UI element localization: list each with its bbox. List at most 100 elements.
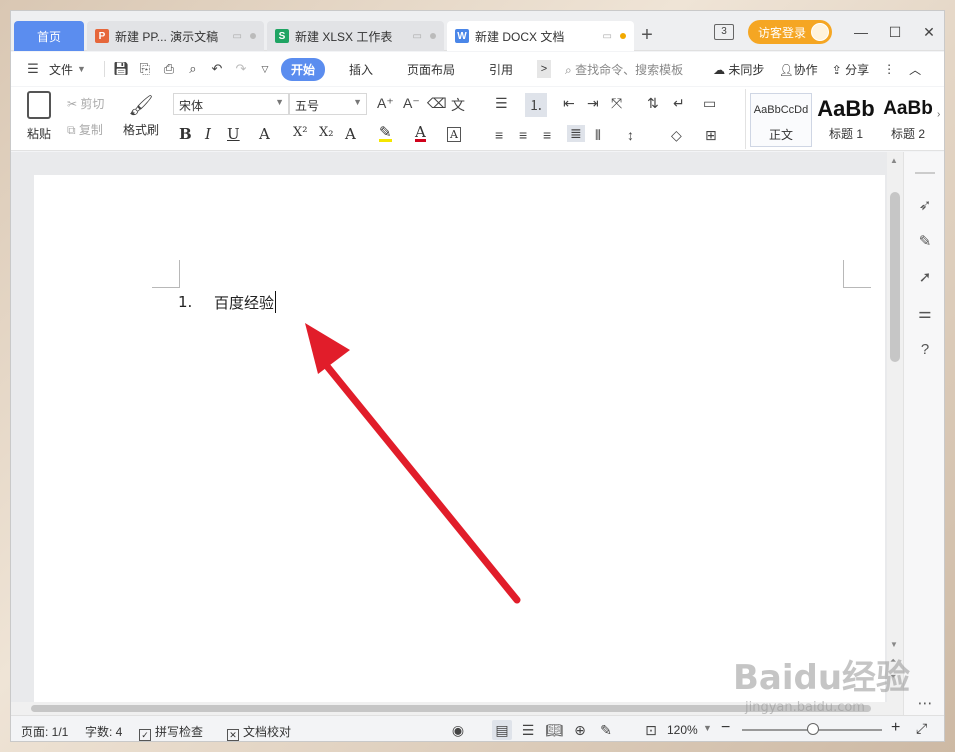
style-heading1[interactable]: AaBb 标题 1 <box>814 93 878 147</box>
scroll-up-icon[interactable]: ▲ <box>890 156 898 165</box>
maximize-button[interactable]: ☐ <box>878 24 912 41</box>
tab-page-layout[interactable]: 页面布局 <box>397 58 465 81</box>
page-view-icon[interactable]: ▤ <box>492 720 512 740</box>
chinese-layout-icon[interactable]: ⤧ <box>611 95 622 112</box>
outline-view-icon[interactable]: ☰ <box>518 720 538 740</box>
line-spacing-icon[interactable]: ↕ <box>627 127 634 143</box>
paste-button[interactable]: 粘贴 <box>19 91 59 142</box>
tab-close-dot[interactable] <box>430 33 436 39</box>
collapse-ribbon-icon[interactable]: ︿ <box>909 61 921 78</box>
format-painter-button[interactable]: 🖌︎ 格式刷 <box>119 91 163 138</box>
char-border-icon[interactable]: A <box>447 127 461 142</box>
grow-font-icon[interactable]: A⁺ <box>377 95 394 112</box>
align-right-icon[interactable]: ≡ <box>543 127 551 143</box>
list-item[interactable]: 1. 百度经验 <box>178 291 277 313</box>
settings-sliders-icon[interactable]: ⚌ <box>916 305 934 323</box>
highlight-icon[interactable]: ✎ <box>379 125 392 142</box>
new-tab-button[interactable]: + <box>635 23 659 47</box>
redo-icon[interactable]: ↷ <box>233 61 249 77</box>
print-preview-icon[interactable]: ⌕ <box>185 61 201 77</box>
text-effect-icon[interactable]: A <box>345 125 356 143</box>
customize-chevron-icon[interactable]: ▽ <box>257 61 273 77</box>
window-count-icon[interactable]: 3 <box>713 24 734 40</box>
tab-references[interactable]: 引用 <box>479 58 523 81</box>
word-count[interactable]: 字数: 4 <box>85 723 122 740</box>
undo-icon[interactable]: ↶ <box>209 61 225 77</box>
subscript-icon[interactable]: X₂ <box>319 125 333 140</box>
sync-button[interactable]: ☁ 未同步 <box>713 61 764 78</box>
login-button[interactable]: 访客登录 <box>747 20 832 44</box>
underline-icon[interactable]: U <box>227 125 240 143</box>
vertical-scrollbar[interactable]: ▲ ▼ ⏶ ⏷ <box>887 152 903 702</box>
tab-insert[interactable]: 插入 <box>339 58 383 81</box>
align-left-icon[interactable]: ≡ <box>495 127 503 143</box>
fit-page-icon[interactable]: ⊡ <box>641 720 661 740</box>
command-search[interactable]: ⌕ 查找命令、搜索模板 <box>565 61 683 78</box>
tab-home[interactable]: 首页 <box>14 21 84 51</box>
font-size-select[interactable]: 五号 ▼ <box>289 93 367 115</box>
cut-button[interactable]: ✂ 剪切 <box>67 95 104 112</box>
shrink-font-icon[interactable]: A⁻ <box>403 95 420 112</box>
zoom-slider-knob[interactable] <box>807 723 819 735</box>
zoom-in-button[interactable]: + <box>891 719 900 737</box>
unsaved-dot[interactable] <box>620 33 626 39</box>
distribute-icon[interactable]: ⫴ <box>595 127 601 144</box>
spell-check-button[interactable]: ✓ 拼写检查 <box>139 723 203 741</box>
bold-icon[interactable]: B <box>179 125 192 143</box>
zoom-level[interactable]: 120% <box>667 723 698 737</box>
collab-button[interactable]: 👤︎协作 <box>778 61 817 78</box>
style-normal[interactable]: AaBbCcDd 正文 <box>750 93 812 147</box>
close-button[interactable]: ✕ <box>912 24 944 41</box>
sort-icon[interactable]: ⇅ <box>647 95 659 112</box>
tab-home-ribbon[interactable]: 开始 <box>280 57 325 81</box>
font-name-select[interactable]: 宋体 ▼ <box>173 93 289 115</box>
proofread-button[interactable]: ✕ 文档校对 <box>227 723 291 741</box>
zoom-dropdown-icon[interactable]: ▼ <box>703 723 712 733</box>
tab-close-dot[interactable] <box>250 33 256 39</box>
reading-view-icon[interactable]: 📖︎ <box>544 720 564 740</box>
copy-button[interactable]: ⧉ 复制 <box>67 121 103 138</box>
styles-more-icon[interactable]: › <box>937 109 940 120</box>
zoom-out-button[interactable]: − <box>721 719 730 737</box>
italic-icon[interactable]: I <box>205 125 211 143</box>
export-icon[interactable]: ⎘ <box>137 61 153 77</box>
clear-format-icon[interactable]: ⌫ <box>427 95 447 112</box>
cursor-icon[interactable]: ➚ <box>916 269 934 287</box>
superscript-icon[interactable]: X² <box>293 125 307 140</box>
decrease-indent-icon[interactable]: ⇤ <box>563 95 575 112</box>
page-count[interactable]: 页面: 1/1 <box>21 723 68 740</box>
eye-icon[interactable]: ◉ <box>448 720 468 740</box>
tab-docx[interactable]: W 新建 DOCX 文档 ▭ <box>447 21 634 51</box>
document-page[interactable]: 1. 百度经验 <box>34 175 885 715</box>
help-icon[interactable]: ? <box>916 341 934 359</box>
numbering-icon[interactable]: ⒈ <box>525 93 547 117</box>
justify-icon[interactable]: ≣ <box>567 125 585 142</box>
file-menu[interactable]: ☰ 文件 ▼ <box>25 61 86 78</box>
scroll-down-icon[interactable]: ▼ <box>890 640 898 649</box>
tab-ppt[interactable]: P 新建 PP... 演示文稿 ▭ <box>87 21 264 51</box>
more-options-icon[interactable]: ⋮ <box>883 62 895 76</box>
web-view-icon[interactable]: ⊕ <box>570 720 590 740</box>
minimize-button[interactable]: — <box>844 24 878 40</box>
write-view-icon[interactable]: ✎ <box>596 720 616 740</box>
scroll-thumb[interactable] <box>890 192 900 362</box>
save-icon[interactable]: 💾︎ <box>113 61 130 77</box>
phonetic-icon[interactable]: 文 <box>451 95 465 115</box>
increase-indent-icon[interactable]: ⇥ <box>587 95 599 112</box>
fullscreen-icon[interactable]: ⤢ <box>916 720 927 737</box>
rocket-icon[interactable]: ➶ <box>916 197 934 215</box>
ruler-icon[interactable]: ▭ <box>703 95 716 112</box>
align-center-icon[interactable]: ≡ <box>519 127 527 143</box>
style-heading2[interactable]: AaBb 标题 2 <box>880 93 936 147</box>
bullets-icon[interactable]: ☰ <box>495 95 508 112</box>
more-tabs-button[interactable]: > <box>537 60 551 78</box>
borders-icon[interactable]: ⊞ <box>705 127 717 144</box>
drag-handle[interactable] <box>915 172 935 174</box>
share-button[interactable]: ⇪ 分享 <box>832 61 869 78</box>
show-marks-icon[interactable]: ↵ <box>673 95 685 112</box>
more-icon[interactable]: ⋯ <box>916 695 934 713</box>
strikethrough-icon[interactable]: A <box>259 125 270 143</box>
print-icon[interactable]: ⎙ <box>161 61 177 77</box>
shading-icon[interactable]: ◇ <box>671 127 682 144</box>
tab-xlsx[interactable]: S 新建 XLSX 工作表 ▭ <box>267 21 444 51</box>
